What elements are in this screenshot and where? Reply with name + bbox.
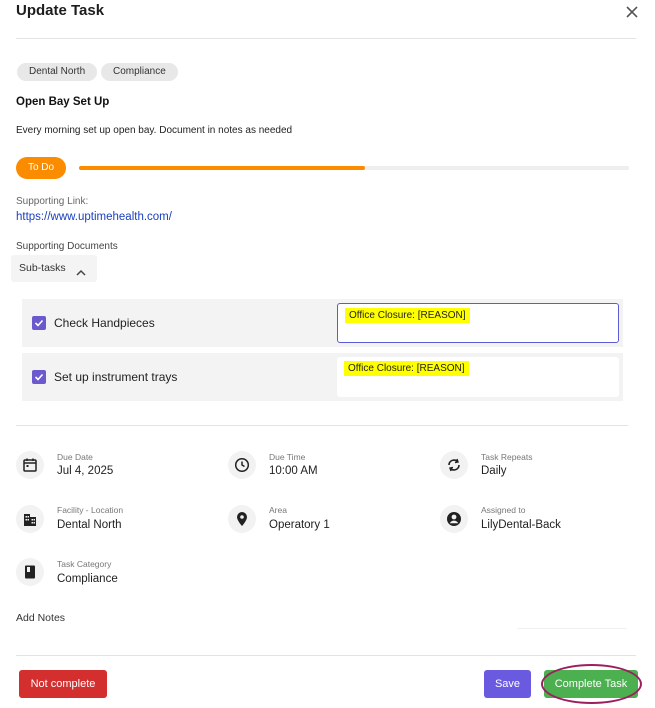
subtask-note-text: Office Closure: [REASON] bbox=[344, 361, 469, 376]
task-description: Every morning set up open bay. Document … bbox=[16, 125, 293, 136]
facility-location-label: Facility - Location bbox=[57, 505, 124, 515]
supporting-link[interactable]: https://www.uptimehealth.com/ bbox=[16, 211, 172, 223]
task-name: Open Bay Set Up bbox=[16, 96, 110, 108]
not-complete-button[interactable]: Not complete bbox=[19, 670, 107, 698]
subtask-checkbox[interactable] bbox=[32, 370, 46, 384]
subtask-note-input[interactable]: Office Closure: [REASON] bbox=[337, 303, 619, 343]
tag-chip-facility: Dental North bbox=[17, 63, 98, 81]
progress-bar-fill bbox=[79, 166, 365, 170]
task-category-value: Compliance bbox=[57, 573, 118, 585]
save-button[interactable]: Save bbox=[484, 670, 531, 698]
area-value: Operatory 1 bbox=[269, 519, 330, 531]
notes-underline bbox=[517, 628, 627, 629]
assigned-to-value: LilyDental-Back bbox=[481, 519, 561, 531]
footer-divider bbox=[16, 655, 636, 656]
account-circle-icon bbox=[440, 505, 468, 533]
area-label: Area bbox=[269, 505, 287, 515]
facility-location-value: Dental North bbox=[57, 519, 122, 531]
due-date-label: Due Date bbox=[57, 452, 93, 462]
book-icon bbox=[16, 558, 44, 586]
supporting-link-label: Supporting Link: bbox=[16, 196, 89, 207]
location-pin-icon bbox=[228, 505, 256, 533]
assigned-to-label: Assigned to bbox=[481, 505, 526, 515]
subtasks-toggle[interactable]: Sub-tasks bbox=[11, 255, 97, 282]
task-category-label: Task Category bbox=[57, 559, 112, 569]
subtask-note-input[interactable]: Office Closure: [REASON] bbox=[337, 357, 619, 397]
due-time-value: 10:00 AM bbox=[269, 465, 318, 477]
subtask-row: Set up instrument trays Office Closure: … bbox=[22, 353, 623, 401]
subtask-note-text: Office Closure: [REASON] bbox=[345, 308, 470, 323]
chevron-up-icon bbox=[75, 263, 87, 276]
tag-chip-category: Compliance bbox=[101, 63, 178, 81]
task-repeats-label: Task Repeats bbox=[481, 452, 533, 462]
repeat-icon bbox=[440, 451, 468, 479]
check-icon bbox=[34, 319, 44, 327]
add-notes-label[interactable]: Add Notes bbox=[16, 612, 65, 624]
due-time-label: Due Time bbox=[269, 452, 306, 462]
calendar-icon bbox=[16, 451, 44, 479]
status-badge[interactable]: To Do bbox=[16, 157, 66, 179]
building-icon bbox=[16, 505, 44, 533]
header-divider bbox=[16, 38, 636, 39]
complete-task-button[interactable]: Complete Task bbox=[544, 670, 638, 698]
subtasks-toggle-label: Sub-tasks bbox=[19, 262, 66, 274]
subtask-row: Check Handpieces Office Closure: [REASON… bbox=[22, 299, 623, 347]
subtask-checkbox[interactable] bbox=[32, 316, 46, 330]
clock-icon bbox=[228, 451, 256, 479]
check-icon bbox=[34, 373, 44, 381]
subtasks-divider bbox=[16, 425, 628, 426]
dialog-title: Update Task bbox=[16, 2, 105, 19]
task-repeats-value: Daily bbox=[481, 465, 507, 477]
close-icon[interactable] bbox=[622, 2, 642, 22]
subtask-label: Set up instrument trays bbox=[54, 370, 178, 384]
progress-bar bbox=[79, 166, 629, 170]
due-date-value: Jul 4, 2025 bbox=[57, 465, 114, 477]
subtask-label: Check Handpieces bbox=[54, 316, 155, 330]
supporting-documents-label: Supporting Documents bbox=[16, 241, 118, 252]
